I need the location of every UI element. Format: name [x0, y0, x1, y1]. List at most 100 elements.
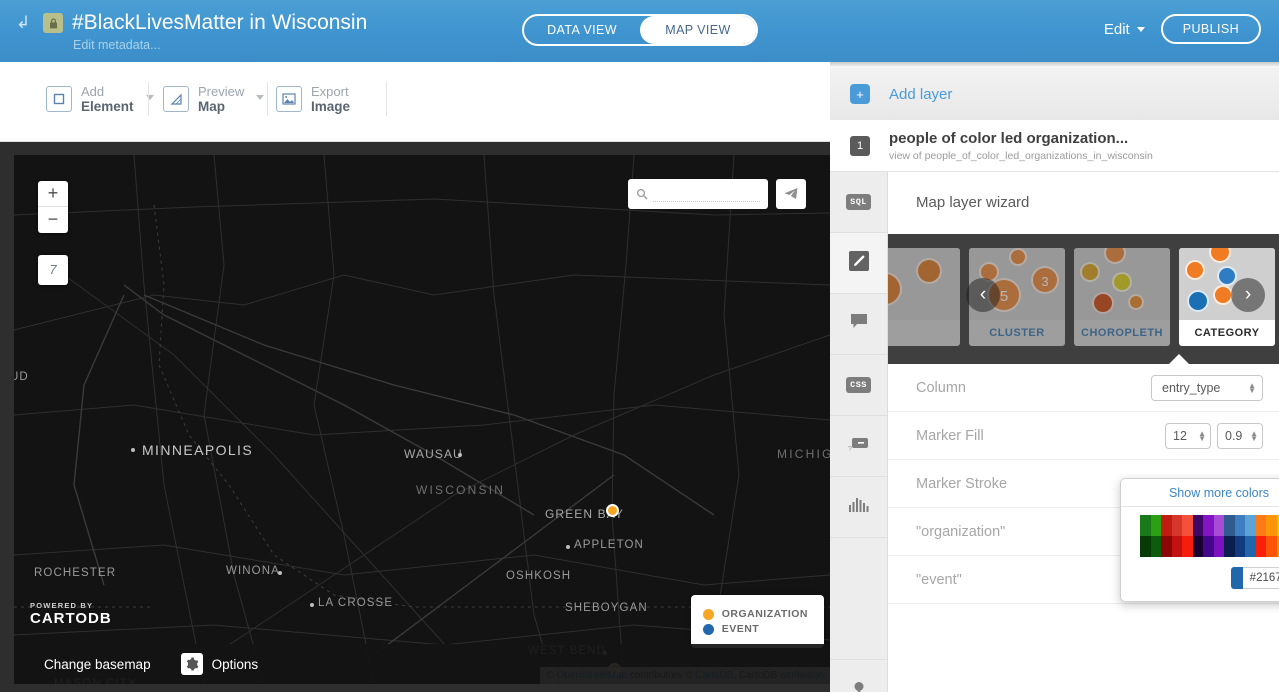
hex-value[interactable]: #2167AB — [1242, 567, 1279, 589]
wizard-card-list: 5 3 CLUSTER CHOROPLETH CATEGORY — [888, 248, 1279, 346]
rail-item-spacer — [830, 538, 887, 660]
rail-item-help[interactable] — [830, 660, 887, 692]
spinner-icon: ▲ ▼ — [1248, 380, 1256, 395]
rail-item-infowindow[interactable] — [830, 294, 887, 355]
wizard-carousel: 5 3 CLUSTER CHOROPLETH CATEGORY ‹ › — [888, 234, 1279, 364]
hex-input-group[interactable]: #2167AB — [1230, 567, 1279, 589]
map-footer-bar: Change basemap Options — [14, 644, 830, 684]
map-options-button[interactable]: Options — [180, 653, 259, 675]
header-left: ↲ #BlackLivesMatter in Wisconsin Edit me… — [16, 10, 367, 52]
bubble-shape — [1187, 290, 1209, 312]
bubble-shape — [1092, 292, 1114, 314]
page-title[interactable]: #BlackLivesMatter in Wisconsin — [72, 10, 367, 35]
marker-opacity-value: 0.9 — [1225, 428, 1243, 443]
divider — [148, 82, 149, 116]
tab-map-view[interactable]: MAP VIEW — [640, 16, 756, 44]
edit-menu-button[interactable]: Edit — [1104, 21, 1145, 38]
wizard-card-bubble[interactable] — [888, 248, 960, 346]
chevron-down-icon[interactable] — [256, 94, 265, 100]
chevron-down-icon — [1136, 26, 1145, 32]
map-options-label: Options — [211, 656, 259, 672]
rail-item-chart[interactable] — [830, 477, 887, 538]
bubble-shape: 3 — [1031, 266, 1059, 294]
tab-data-view[interactable]: DATA VIEW — [524, 16, 640, 44]
cartodb-brand: POWERED BY CARTODB — [30, 601, 112, 627]
layer-source: view of people_of_color_led_organization… — [889, 149, 1153, 162]
map-search-box[interactable] — [628, 179, 768, 209]
publish-button[interactable]: PUBLISH — [1160, 14, 1261, 44]
bubble-shape — [1217, 266, 1237, 286]
layer-item[interactable]: 1 people of color led organization... vi… — [830, 120, 1279, 172]
map-marker-organization[interactable] — [606, 504, 619, 517]
layer-panel: + Add layer 1 people of color led organi… — [830, 62, 1279, 692]
color-swatch-col[interactable] — [1203, 515, 1214, 557]
color-swatch-col[interactable] — [1213, 515, 1225, 557]
zoom-out-button[interactable]: − — [38, 207, 68, 233]
spinner-icon[interactable]: ▲ ▼ — [1198, 429, 1206, 442]
bubble-shape — [1185, 260, 1205, 280]
wizard-card-label: CATEGORY — [1194, 327, 1260, 339]
export-image-line1: Export — [311, 84, 349, 99]
bubble-shape — [1128, 294, 1144, 310]
show-more-colors-link[interactable]: Show more colors — [1121, 479, 1279, 507]
wizard-card-choropleth[interactable]: CHOROPLETH — [1074, 248, 1170, 346]
add-element-button[interactable]: Add Element — [46, 84, 154, 114]
spinner-icon[interactable]: ▲ ▼ — [1250, 429, 1258, 442]
back-arrow-icon[interactable]: ↲ — [16, 12, 34, 34]
color-picker-popover[interactable]: Show more colors #2167 — [1120, 478, 1279, 602]
rail-item-legend[interactable]: ? — [830, 416, 887, 477]
color-swatch-col[interactable] — [1255, 515, 1267, 557]
preview-map-line1: Preview — [198, 84, 245, 99]
column-select[interactable]: entry_type ▲ ▼ — [1151, 374, 1263, 401]
state-label: MICHIGAN — [777, 447, 830, 461]
wizard-card-label — [888, 320, 960, 346]
state-label: WISCONSIN — [416, 483, 506, 497]
change-basemap-button[interactable]: Change basemap — [44, 657, 151, 672]
city-label: MINNEAPOLIS — [142, 442, 254, 458]
divider — [267, 82, 268, 116]
rail-item-css[interactable]: CSS — [830, 355, 887, 416]
color-swatch-col[interactable] — [1234, 515, 1246, 557]
bubble-shape — [888, 272, 902, 306]
marker-opacity-input[interactable]: 0.9 ▲ ▼ — [1217, 422, 1263, 449]
chevron-down-icon[interactable] — [145, 94, 154, 100]
color-swatch-col[interactable] — [1245, 515, 1256, 557]
color-swatch-col[interactable] — [1171, 515, 1183, 557]
svg-text:?: ? — [848, 446, 852, 452]
sql-icon: SQL — [846, 194, 871, 210]
current-color-swatch — [1230, 567, 1243, 589]
export-image-button[interactable]: Export Image — [276, 84, 350, 114]
legend-color-swatch — [702, 623, 714, 635]
map-canvas[interactable]: + − 7 MINNEAPOLIS WAUSAU WISCONSIN MICHI… — [14, 155, 830, 684]
map-viewport[interactable]: + − 7 MINNEAPOLIS WAUSAU WISCONSIN MICHI… — [14, 155, 830, 684]
color-swatch-col[interactable] — [1224, 515, 1235, 557]
title-block: #BlackLivesMatter in Wisconsin Edit meta… — [72, 10, 367, 52]
carousel-next-button[interactable]: › — [1231, 278, 1265, 312]
carousel-prev-button[interactable]: ‹ — [966, 278, 1000, 312]
color-swatch-col[interactable] — [1266, 515, 1277, 557]
chart-bars-icon — [848, 497, 870, 517]
geolocate-button[interactable] — [776, 179, 806, 209]
legend-item-organization: ORGANIZATION — [702, 608, 808, 620]
preview-map-button[interactable]: Preview Map — [163, 84, 265, 114]
color-swatch-col[interactable] — [1161, 515, 1172, 557]
rail-item-sql[interactable]: SQL — [830, 172, 887, 233]
city-label: WAUSAU — [404, 447, 463, 461]
zoom-in-button[interactable]: + — [38, 181, 68, 207]
add-layer-row[interactable]: + Add layer — [830, 68, 1279, 120]
layer-name: people of color led organization... — [889, 129, 1129, 147]
legend-label: EVENT — [721, 623, 760, 635]
app-header: ↲ #BlackLivesMatter in Wisconsin Edit me… — [0, 0, 1279, 62]
add-element-line1: Add — [81, 84, 105, 99]
color-swatch-col[interactable] — [1150, 515, 1162, 557]
edit-metadata-link[interactable]: Edit metadata... — [73, 38, 367, 52]
map-zoom-controls[interactable]: + − — [38, 181, 68, 233]
color-swatch-col[interactable] — [1140, 515, 1151, 557]
color-swatch-col[interactable] — [1182, 515, 1193, 557]
legend-item-event: EVENT — [702, 623, 808, 635]
color-swatch-col[interactable] — [1192, 515, 1204, 557]
layer-index-badge: 1 — [850, 135, 870, 156]
search-input[interactable] — [653, 186, 760, 202]
marker-size-input[interactable]: 12 ▲ ▼ — [1165, 422, 1211, 449]
rail-item-wizard[interactable] — [830, 233, 887, 294]
